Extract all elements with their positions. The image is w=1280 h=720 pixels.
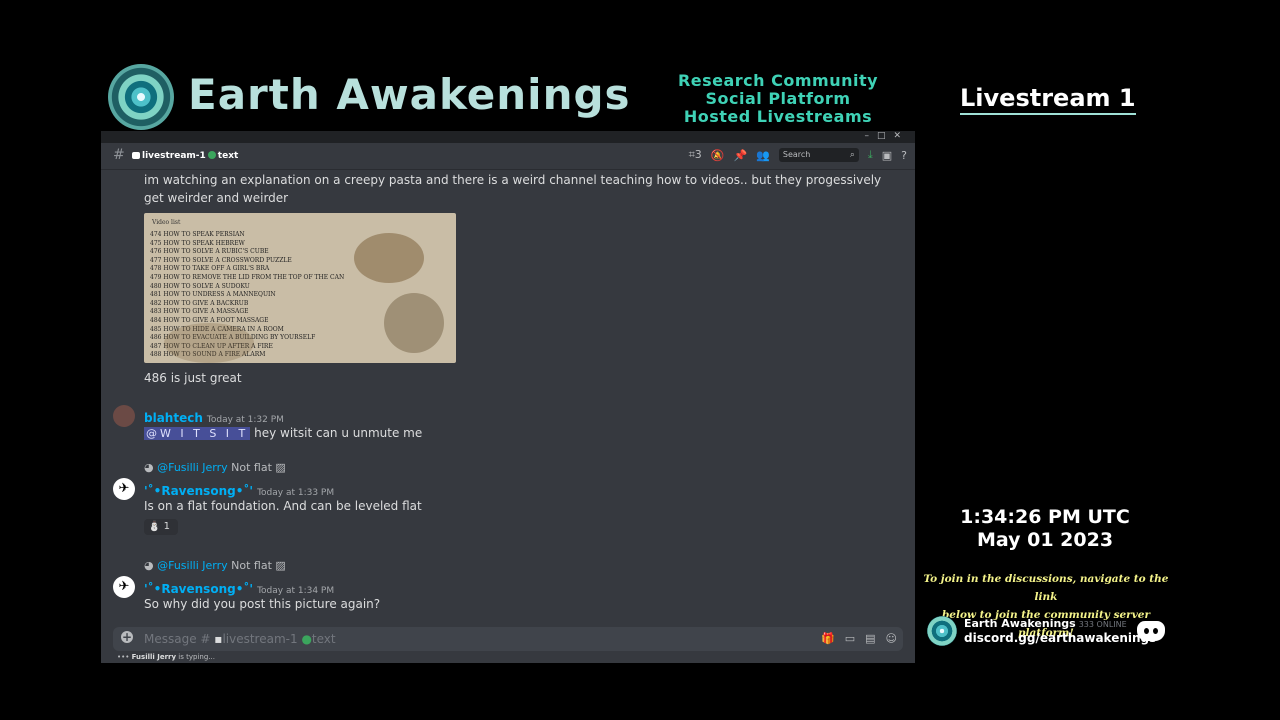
close-icon[interactable]: ✕ bbox=[893, 131, 909, 141]
attachment-row: 481 HOW TO UNDRESS A MANNEQUIN bbox=[150, 291, 276, 299]
minimize-icon[interactable]: – bbox=[864, 131, 877, 141]
join-note-line-1: To join in the discussions, navigate to … bbox=[923, 573, 1169, 603]
stain bbox=[384, 293, 444, 353]
channel-hash-icon: # bbox=[113, 147, 125, 163]
pin-icon[interactable]: 📌 bbox=[733, 149, 747, 162]
server-logo bbox=[927, 616, 957, 646]
threads-icon[interactable]: ⌗3 bbox=[689, 148, 702, 162]
author-name[interactable]: '˚•Ravensong•˚' bbox=[144, 484, 253, 498]
search-input[interactable]: Search ⌕ bbox=[778, 148, 859, 162]
reply-reference[interactable]: ◕ @Fusilli Jerry Not flat ▨ bbox=[144, 461, 286, 474]
attachment-row: 482 HOW TO GIVE A BACKRUB bbox=[150, 299, 249, 307]
search-icon: ⌕ bbox=[849, 150, 855, 160]
search-placeholder: Search bbox=[782, 150, 811, 159]
composer-placeholder: Message # ▪livestream-1 ●text bbox=[144, 632, 336, 646]
attachment-row: 475 HOW TO SPEAK HEBREW bbox=[150, 239, 245, 247]
reaction-emoji-icon: ⛄ bbox=[148, 521, 161, 532]
discord-window: –□✕ # livestream-1 text ⌗3 🔕 📌 👥 Search ⌕ … bbox=[101, 131, 915, 663]
composer-tools: 🎁 ▭ ▤ ☺ bbox=[821, 632, 897, 645]
stain bbox=[164, 323, 254, 363]
channel-header: # livestream-1 text ⌗3 🔕 📌 👥 Search ⌕ ⤓ ▣ … bbox=[101, 143, 915, 170]
emoji-icon[interactable]: ☺ bbox=[886, 632, 897, 645]
typing-indicator: ••• Fusilli Jerry is typing... bbox=[117, 653, 215, 661]
attachment-header: Video list bbox=[152, 219, 181, 226]
avatar[interactable]: ✈ bbox=[113, 576, 135, 598]
member-list-icon[interactable]: 👥 bbox=[756, 149, 770, 162]
discord-logo-icon bbox=[1137, 621, 1165, 641]
reply-text: Not flat bbox=[231, 461, 272, 474]
threads-count: 3 bbox=[694, 148, 702, 161]
header-toolbar: ⌗3 🔕 📌 👥 Search ⌕ ⤓ ▣ ? bbox=[689, 148, 907, 162]
server-name: Earth Awakenings bbox=[964, 617, 1076, 630]
author-name[interactable]: '˚•Ravensong•˚' bbox=[144, 582, 253, 596]
message-text: hey witsit can u unmute me bbox=[254, 426, 423, 440]
server-invite-link[interactable]: discord.gg/earthawakenings bbox=[964, 631, 1156, 645]
image-attachment[interactable]: Video list 474 HOW TO SPEAK PERSIAN 475 H… bbox=[144, 213, 456, 363]
tagline-line-1: Research Community bbox=[677, 71, 879, 90]
image-icon: ▨ bbox=[275, 461, 286, 474]
clock: 1:34:26 PM UTC May 01 2023 bbox=[945, 506, 1145, 552]
reply-avatar-icon: ◕ bbox=[144, 559, 154, 572]
green-circle-icon: ● bbox=[301, 632, 312, 646]
server-online-count: 333 ONLINE bbox=[1078, 620, 1127, 629]
attachment-row: 476 HOW TO SOLVE A RUBIC'S CUBE bbox=[150, 248, 269, 256]
window-controls: –□✕ bbox=[864, 131, 909, 141]
tagline-line-2: Social Platform bbox=[705, 89, 851, 108]
help-icon[interactable]: ? bbox=[901, 149, 907, 162]
channel-suffix: text bbox=[217, 151, 239, 161]
attachment-row: 483 HOW TO GIVE A MASSAGE bbox=[150, 308, 249, 316]
reply-mention[interactable]: @Fusilli Jerry bbox=[157, 559, 228, 572]
server-name-row: Earth Awakenings 333 ONLINE bbox=[964, 617, 1127, 630]
avatar[interactable] bbox=[113, 405, 135, 427]
reaction[interactable]: ⛄ 1 bbox=[144, 519, 178, 535]
message-text: So why did you post this picture again? bbox=[144, 597, 381, 611]
earth-awakenings-logo bbox=[108, 64, 174, 130]
reply-avatar-icon: ◕ bbox=[144, 461, 154, 474]
gif-icon[interactable]: ▭ bbox=[845, 632, 855, 645]
stain bbox=[354, 233, 424, 283]
inbox-icon[interactable]: ▣ bbox=[882, 149, 892, 162]
attachment-row: 479 HOW TO REMOVE THE LID FROM THE TOP O… bbox=[150, 274, 345, 281]
message-followup: 486 is just great bbox=[144, 371, 242, 385]
message-text: im watching an explanation on a creepy p… bbox=[144, 173, 882, 205]
tagline: Research Community Social Platform Hoste… bbox=[660, 72, 896, 126]
green-circle-icon bbox=[207, 151, 216, 159]
download-icon[interactable]: ⤓ bbox=[868, 148, 873, 162]
placeholder-suffix: text bbox=[311, 632, 336, 646]
brand-title: Earth Awakenings bbox=[188, 70, 631, 119]
channel-title: livestream-1 text bbox=[132, 151, 238, 161]
user-mention[interactable]: @W I T S I T bbox=[144, 427, 251, 440]
image-icon: ▨ bbox=[275, 559, 286, 572]
message-composer[interactable]: + Message # ▪livestream-1 ●text 🎁 ▭ ▤ ☺ bbox=[113, 627, 903, 651]
reply-mention[interactable]: @Fusilli Jerry bbox=[157, 461, 228, 474]
attachment-row: 477 HOW TO SOLVE A CROSSWORD PUZZLE bbox=[150, 256, 292, 264]
typing-user: Fusilli Jerry bbox=[131, 653, 177, 661]
tagline-line-3: Hosted Livestreams bbox=[683, 107, 873, 126]
avatar[interactable]: ✈ bbox=[113, 478, 135, 500]
speech-bubble-icon bbox=[132, 152, 140, 159]
message-body: @W I T S I T hey witsit can u unmute me bbox=[144, 424, 422, 443]
mute-bell-icon[interactable]: 🔕 bbox=[711, 149, 725, 162]
reply-reference[interactable]: ◕ @Fusilli Jerry Not flat ▨ bbox=[144, 559, 286, 572]
maximize-icon[interactable]: □ bbox=[877, 131, 894, 141]
attachment-row: 478 HOW TO TAKE OFF A GIRL'S BRA bbox=[150, 265, 270, 273]
sticker-icon[interactable]: ▤ bbox=[865, 632, 875, 645]
clock-date: May 01 2023 bbox=[976, 529, 1114, 551]
author-name[interactable]: blahtech bbox=[144, 411, 203, 425]
clock-time: 1:34:26 PM UTC bbox=[960, 506, 1130, 528]
typing-text: is typing... bbox=[178, 653, 215, 661]
placeholder-channel: livestream-1 bbox=[222, 632, 298, 646]
reply-text: Not flat bbox=[231, 559, 272, 572]
attachment-row: 474 HOW TO SPEAK PERSIAN bbox=[150, 231, 245, 238]
stream-name: Livestream 1 bbox=[960, 84, 1136, 115]
message-text: Is on a flat foundation. And can be leve… bbox=[144, 499, 422, 513]
add-attachment-icon[interactable]: + bbox=[121, 631, 133, 643]
window-titlebar: –□✕ bbox=[101, 131, 915, 143]
attachment-row: 480 HOW TO SOLVE A SUDOKU bbox=[150, 282, 250, 290]
gift-icon[interactable]: 🎁 bbox=[821, 632, 835, 645]
placeholder-prefix: Message # bbox=[144, 632, 211, 646]
channel-name: livestream-1 bbox=[142, 151, 206, 161]
reaction-count: 1 bbox=[163, 521, 171, 532]
